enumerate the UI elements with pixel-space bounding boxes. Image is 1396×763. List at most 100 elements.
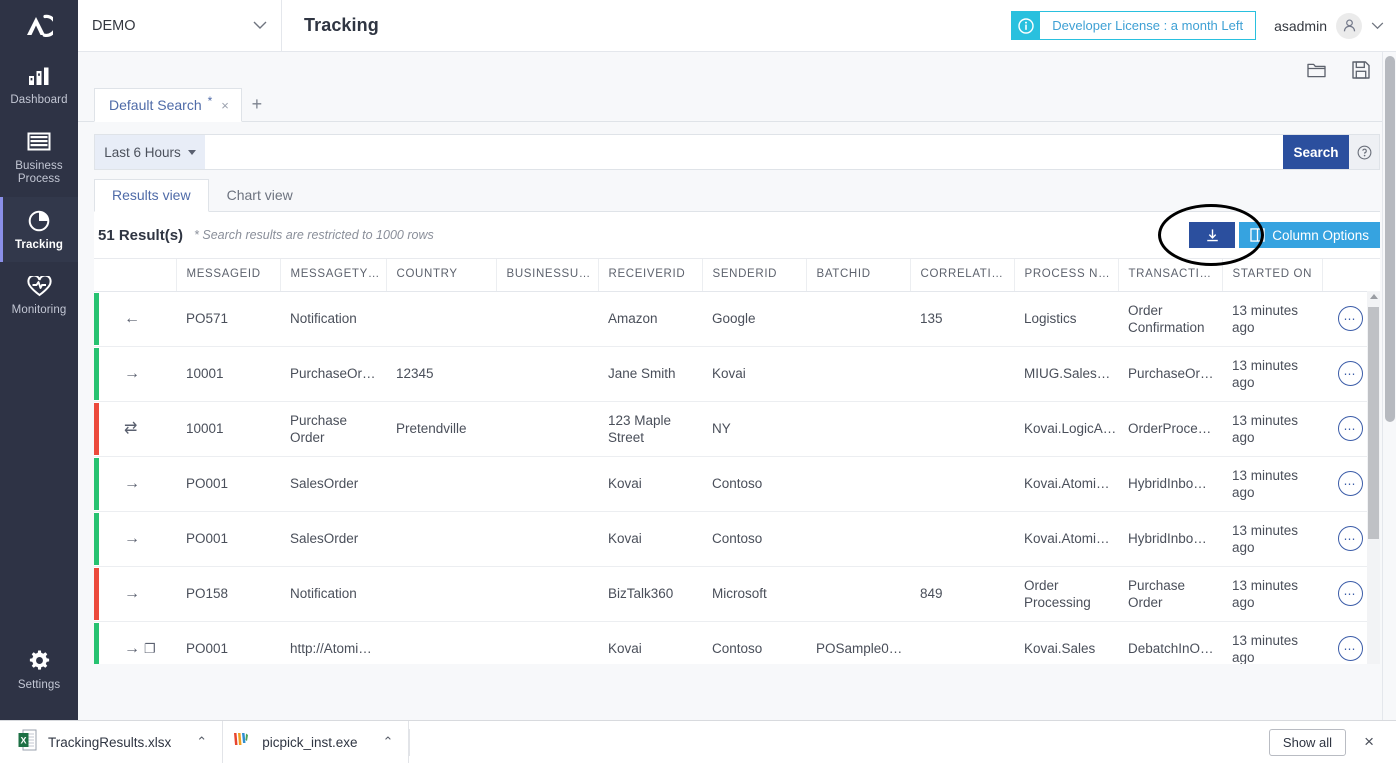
cell-startedon: 13 minutes ago [1222, 566, 1322, 622]
cell-receiverid: Jane Smith [598, 346, 702, 402]
sidebar-item-monitoring[interactable]: Monitoring [0, 262, 78, 328]
col-transaction[interactable]: TRANSACTI… [1118, 259, 1223, 292]
direction-arrow-icon: ⇄ [124, 420, 138, 437]
row-menu-button[interactable]: ⋯ [1337, 636, 1363, 661]
col-messagetype[interactable]: MESSAGETY… [280, 259, 387, 292]
sidebar-item-business-process[interactable]: Business Process [0, 118, 78, 197]
row-menu-button[interactable]: ⋯ [1337, 416, 1363, 441]
tenant-selector[interactable]: DEMO [78, 0, 282, 52]
license-badge[interactable]: Developer License : a month Left [1011, 11, 1257, 40]
col-batchid[interactable]: BATCHID [806, 259, 911, 292]
cell-correlationid [910, 511, 1014, 567]
cell-senderid: NY [702, 401, 806, 457]
sidebar-item-dashboard[interactable]: Dashboard [0, 52, 78, 118]
pie-chart-icon [27, 208, 51, 234]
table-row[interactable]: → ❐ PO001 http://Atomi… Kovai Contoso POSample… [94, 621, 1378, 664]
search-input[interactable] [205, 135, 1283, 169]
add-tab-button[interactable]: + [242, 87, 272, 121]
row-menu-button[interactable]: ⋯ [1337, 471, 1363, 496]
table-row[interactable]: ← PO571 Notification Amazon Google 135 Logisti… [94, 291, 1378, 347]
scrollbar-thumb[interactable] [1368, 307, 1379, 539]
column-options-button[interactable]: Column Options [1239, 222, 1380, 248]
header-actions: Developer License : a month Left asadmin [1011, 11, 1396, 40]
status-bar [94, 457, 99, 510]
row-status-indicator [94, 456, 114, 512]
chevron-up-icon[interactable]: ⌃ [383, 734, 394, 750]
cell-businessunit [496, 401, 598, 457]
tab-results-view[interactable]: Results view [94, 179, 209, 212]
col-processname[interactable]: PROCESS N… [1014, 259, 1119, 292]
row-menu-button[interactable]: ⋯ [1337, 361, 1363, 386]
gear-icon [28, 648, 51, 674]
browser-download-bar: X TrackingResults.xlsx ⌃ picpick_inst.ex… [0, 720, 1396, 763]
row-menu-button[interactable]: ⋯ [1337, 581, 1363, 606]
table-row[interactable]: → PO158 Notification BizTalk360 Microsoft 849… [94, 566, 1378, 622]
row-status-indicator [94, 621, 114, 664]
cell-messageid: 10001 [176, 401, 280, 457]
tab-modified-mark: * [207, 94, 213, 108]
cell-transaction: OrderProce… [1118, 401, 1222, 457]
download-button[interactable] [1189, 222, 1236, 248]
close-icon[interactable]: × [221, 98, 229, 113]
tab-chart-view[interactable]: Chart view [209, 179, 311, 212]
status-bar [94, 622, 99, 664]
col-messageid[interactable]: MESSAGEID [176, 259, 281, 292]
cell-senderid: Contoso [702, 456, 806, 512]
cell-batchid [806, 511, 910, 567]
cell-receiverid: Amazon [598, 291, 702, 347]
floppy-save-icon[interactable] [1352, 61, 1370, 79]
close-icon[interactable]: × [1360, 732, 1378, 752]
row-menu-button[interactable]: ⋯ [1337, 526, 1363, 551]
cell-batchid [806, 291, 910, 347]
cell-correlationid [910, 401, 1014, 457]
table-row[interactable]: ⇄ 10001 Purchase Order Pretendville 123 Mapl… [94, 401, 1378, 457]
cell-startedon: 13 minutes ago [1222, 291, 1322, 347]
page-scrollbar[interactable] [1382, 52, 1396, 720]
time-range-selector[interactable]: Last 6 Hours [95, 135, 205, 169]
avatar [1336, 12, 1362, 39]
search-tabstrip: Default Search * × + [78, 88, 1396, 122]
status-bar [94, 292, 99, 345]
user-menu[interactable]: asadmin [1274, 12, 1384, 39]
search-button[interactable]: Search [1283, 135, 1349, 169]
scroll-up-arrow-icon[interactable] [1370, 294, 1378, 299]
col-startedon[interactable]: STARTED ON [1222, 259, 1323, 292]
table-row[interactable]: → PO001 SalesOrder Kovai Contoso Kovai.Atomi…… [94, 456, 1378, 512]
tab-default-search[interactable]: Default Search * × [94, 88, 242, 122]
help-circle-icon[interactable] [1349, 135, 1379, 169]
cell-transaction: PurchaseOr… [1118, 346, 1222, 402]
row-menu-button[interactable]: ⋯ [1337, 306, 1363, 331]
page-scrollbar-thumb[interactable] [1385, 56, 1395, 422]
sidebar-item-label: Tracking [14, 238, 64, 251]
cell-country [386, 621, 496, 664]
direction-arrow-icon: → [124, 585, 140, 602]
table-row[interactable]: → 10001 PurchaseOr… 12345 Jane Smith Kovai MIU… [94, 346, 1378, 402]
results-table-container: MESSAGEID MESSAGETY… COUNTRY BUSINESSU… … [94, 258, 1380, 664]
sidebar-item-settings[interactable]: Settings [0, 637, 78, 703]
col-senderid[interactable]: SENDERID [702, 259, 807, 292]
app-logo[interactable] [0, 0, 78, 52]
col-businessunit[interactable]: BUSINESSU… [496, 259, 599, 292]
cell-processname: Logistics [1014, 291, 1118, 347]
row-direction: ← [114, 291, 176, 347]
table-row[interactable]: → PO001 SalesOrder Kovai Contoso Kovai.Atomi…… [94, 511, 1378, 567]
columns-icon [1250, 228, 1265, 242]
info-icon [1012, 12, 1041, 39]
cell-correlationid [910, 456, 1014, 512]
show-all-button[interactable]: Show all [1268, 728, 1347, 756]
table-vertical-scrollbar[interactable] [1367, 291, 1380, 664]
col-receiverid[interactable]: RECEIVERID [598, 259, 703, 292]
table-rows-icon [27, 129, 51, 155]
col-correlationid[interactable]: CORRELATI… [910, 259, 1015, 292]
main-content: Default Search * × + Last 6 Hours Search [78, 52, 1396, 720]
cell-processname: MIUG.Sales… [1014, 346, 1118, 402]
download-item-exe[interactable]: picpick_inst.exe ⌃ [223, 720, 410, 763]
cell-receiverid: 123 Maple Street [598, 401, 702, 457]
cell-messagetype: Notification [280, 566, 386, 622]
chevron-up-icon[interactable]: ⌃ [196, 734, 207, 750]
download-item-xlsx[interactable]: X TrackingResults.xlsx ⌃ [10, 720, 224, 763]
sidebar-item-tracking[interactable]: Tracking [0, 196, 78, 262]
col-country[interactable]: COUNTRY [386, 259, 497, 292]
col-direction [114, 259, 177, 292]
folder-open-icon[interactable] [1307, 62, 1326, 79]
